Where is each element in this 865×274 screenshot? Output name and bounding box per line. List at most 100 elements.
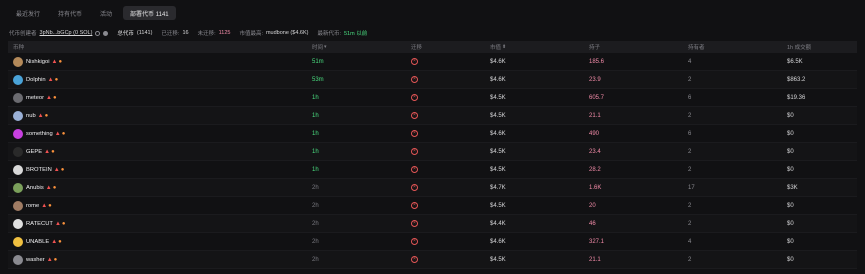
table-row[interactable]: something ▲ ● 1h × $4.6K 490 6 $0 bbox=[8, 125, 857, 143]
token-age: 53m bbox=[312, 76, 324, 83]
tab-holdings[interactable]: 持有代币 bbox=[51, 6, 89, 20]
market-cap: $4.5K bbox=[490, 112, 506, 119]
table-row[interactable]: Anubis ▲ ● 2h × $4.7K 1.6K 17 $3K bbox=[8, 179, 857, 197]
warning-icon: ▲ bbox=[37, 112, 44, 119]
identity-count: 2 bbox=[688, 166, 692, 173]
volume-1h: $0 bbox=[787, 202, 794, 209]
creator-info-bar: 代币创建者 3pNb...bGCp (0 SOL) 总代币 (1141) 已迁移… bbox=[9, 28, 367, 38]
identity-count: 6 bbox=[688, 94, 692, 101]
token-avatar bbox=[13, 146, 23, 157]
token-cell[interactable]: Dolphin ▲ ● bbox=[8, 74, 312, 85]
token-age: 1h bbox=[312, 130, 319, 137]
age-cell: 2h bbox=[312, 203, 411, 209]
token-cell[interactable]: BROTEIN ▲ ● bbox=[8, 164, 312, 175]
volume-1h: $3K bbox=[787, 184, 798, 191]
copy-icon[interactable] bbox=[95, 30, 101, 36]
table-header: 币种 时间 ▾ 迁移 市值 ⬍ 持子 持有者 1h 成交额 bbox=[8, 41, 857, 53]
warning-icon: ▲ bbox=[54, 220, 61, 227]
token-name[interactable]: nub bbox=[26, 113, 36, 119]
table-row[interactable]: UNABLE ▲ ● 2h × $4.6K 327.1 4 $0 bbox=[8, 233, 857, 251]
top-mcap-value: mudbone ($4.6K) bbox=[265, 30, 309, 36]
token-avatar bbox=[13, 110, 23, 121]
token-name[interactable]: something bbox=[26, 131, 53, 137]
age-cell: 53m bbox=[312, 77, 411, 83]
token-cell[interactable]: UNABLE ▲ ● bbox=[8, 236, 312, 247]
age-cell: 1h bbox=[312, 167, 411, 173]
holders-value: 1.6K bbox=[589, 184, 602, 191]
token-name[interactable]: meteor bbox=[26, 95, 44, 101]
holders-value: 21.1 bbox=[589, 112, 601, 119]
not-migrated-icon: × bbox=[411, 256, 418, 263]
sort-icon: ⬍ bbox=[502, 44, 507, 50]
tab-deployed-tokens[interactable]: 部署代币 1141 bbox=[123, 6, 176, 20]
warning-icon: ▲ bbox=[45, 184, 52, 191]
table-row[interactable]: rome ▲ ● 2h × $4.5K 20 2 $0 bbox=[8, 197, 857, 215]
age-cell: 2h bbox=[312, 257, 411, 263]
table-row[interactable]: meteor ▲ ● 1h × $4.5K 605.7 6 $19.36 bbox=[8, 89, 857, 107]
tab-recent[interactable]: 最近发行 bbox=[9, 6, 47, 20]
warning-icon: ▲ bbox=[44, 148, 51, 155]
token-avatar bbox=[13, 74, 23, 85]
header-mcap[interactable]: 市值 ⬍ bbox=[490, 43, 589, 51]
age-cell: 2h bbox=[312, 185, 411, 191]
token-avatar bbox=[13, 254, 23, 265]
market-cap: $4.5K bbox=[490, 166, 506, 173]
table-row[interactable]: Nishkigoi ▲ ● 51m × $4.6K 185.6 4 $6.5K bbox=[8, 53, 857, 71]
token-cell[interactable]: nub ▲ ● bbox=[8, 110, 312, 121]
token-age: 2h bbox=[312, 202, 319, 209]
token-name[interactable]: Anubis bbox=[26, 185, 44, 191]
identity-count: 2 bbox=[688, 256, 692, 263]
token-cell[interactable]: GEPE ▲ ● bbox=[8, 146, 312, 157]
token-age: 1h bbox=[312, 148, 319, 155]
table-row[interactable]: GEPE ▲ ● 1h × $4.5K 23.4 2 $0 bbox=[8, 143, 857, 161]
token-cell[interactable]: something ▲ ● bbox=[8, 128, 312, 139]
table-row[interactable]: nub ▲ ● 1h × $4.5K 21.1 2 $0 bbox=[8, 107, 857, 125]
identity-count: 2 bbox=[688, 220, 692, 227]
migrated-cell: × bbox=[411, 112, 490, 119]
market-cap: $4.4K bbox=[490, 220, 506, 227]
warning-icon: ▲ bbox=[51, 238, 58, 245]
age-cell: 1h bbox=[312, 113, 411, 119]
tab-activity[interactable]: 活动 bbox=[93, 6, 119, 20]
token-cell[interactable]: rome ▲ ● bbox=[8, 200, 312, 211]
token-name[interactable]: UNABLE bbox=[26, 239, 49, 245]
holders-value: 490 bbox=[589, 130, 600, 137]
not-migrated-icon: × bbox=[411, 166, 418, 173]
holders-value: 327.1 bbox=[589, 238, 605, 245]
token-avatar bbox=[13, 164, 23, 175]
table-row[interactable]: BROTEIN ▲ ● 1h × $4.5K 28.2 2 $0 bbox=[8, 161, 857, 179]
table-row[interactable]: washer ▲ ● 2h × $4.5K 21.1 2 $0 bbox=[8, 251, 857, 269]
token-name[interactable]: Dolphin bbox=[26, 77, 46, 83]
fire-icon: ● bbox=[53, 256, 58, 263]
tokens-table: 币种 时间 ▾ 迁移 市值 ⬍ 持子 持有者 1h 成交额 Nishkigoi ▲ … bbox=[8, 41, 857, 269]
token-cell[interactable]: washer ▲ ● bbox=[8, 254, 312, 265]
token-cell[interactable]: meteor ▲ ● bbox=[8, 92, 312, 103]
table-row[interactable]: Dolphin ▲ ● 53m × $4.6K 23.9 2 $863.2 bbox=[8, 71, 857, 89]
token-name[interactable]: rome bbox=[26, 203, 39, 209]
holders-value: 23.4 bbox=[589, 148, 601, 155]
token-name[interactable]: RATECUT bbox=[26, 221, 53, 227]
token-age: 1h bbox=[312, 166, 319, 173]
token-name[interactable]: BROTEIN bbox=[26, 167, 52, 173]
token-name[interactable]: Nishkigoi bbox=[26, 59, 50, 65]
identity-count: 4 bbox=[688, 238, 692, 245]
unmigrated-value: 1125 bbox=[218, 30, 231, 36]
tab-bar: 最近发行 持有代币 活动 部署代币 1141 bbox=[9, 6, 176, 20]
token-cell[interactable]: Nishkigoi ▲ ● bbox=[8, 56, 312, 67]
token-age: 2h bbox=[312, 184, 319, 191]
age-cell: 51m bbox=[312, 59, 411, 65]
migrated-cell: × bbox=[411, 76, 490, 83]
token-cell[interactable]: RATECUT ▲ ● bbox=[8, 218, 312, 229]
creator-address-link[interactable]: 3pNb...bGCp (0 SOL) bbox=[40, 30, 93, 36]
token-name[interactable]: GEPE bbox=[26, 149, 42, 155]
market-cap: $4.5K bbox=[490, 94, 506, 101]
table-row[interactable]: RATECUT ▲ ● 2h × $4.4K 46 2 $0 bbox=[8, 215, 857, 233]
market-cap: $4.6K bbox=[490, 130, 506, 137]
warning-icon: ▲ bbox=[53, 166, 60, 173]
not-migrated-icon: × bbox=[411, 220, 418, 227]
token-name[interactable]: washer bbox=[26, 257, 45, 263]
token-cell[interactable]: Anubis ▲ ● bbox=[8, 182, 312, 193]
header-time[interactable]: 时间 ▾ bbox=[312, 43, 411, 51]
fire-icon: ● bbox=[58, 58, 63, 65]
settings-icon[interactable] bbox=[103, 30, 109, 36]
